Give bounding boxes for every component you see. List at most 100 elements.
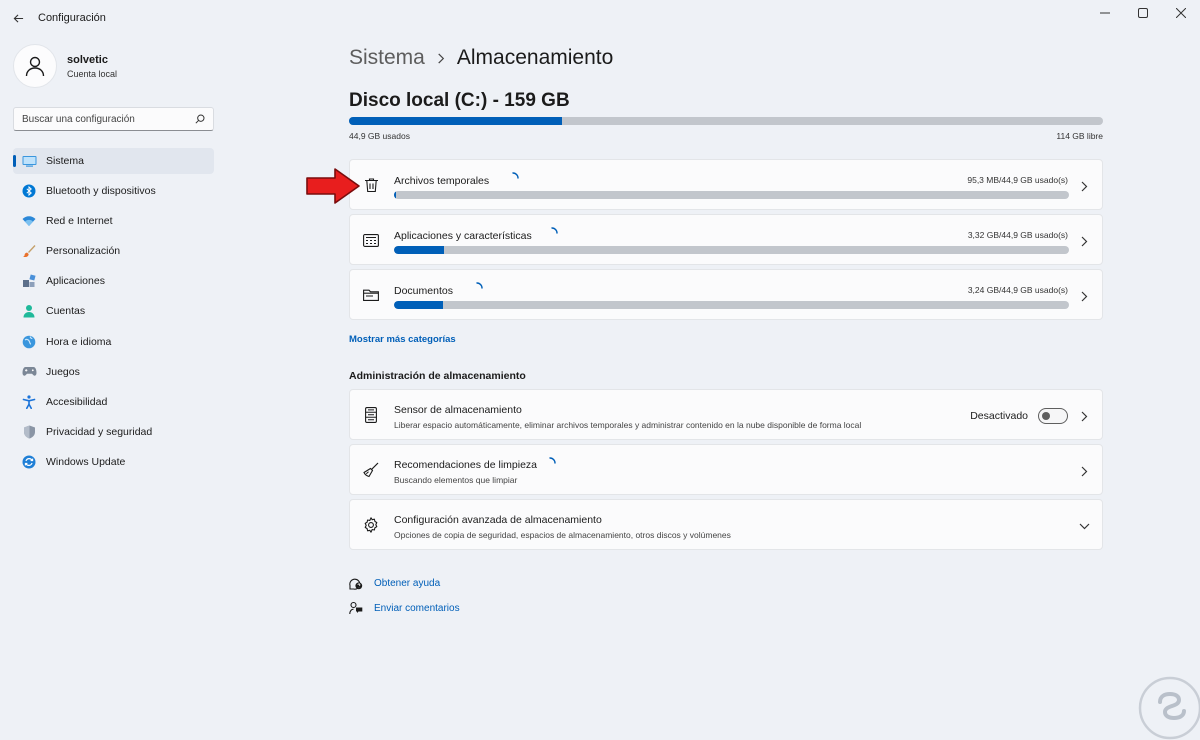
sidebar-item-label: Hora e idioma: [46, 335, 112, 348]
sidebar-item-label: Bluetooth y dispositivos: [46, 185, 156, 198]
apps-icon: [21, 273, 37, 289]
storage-sense-toggle[interactable]: [1038, 408, 1068, 424]
person-icon: [21, 303, 37, 319]
monitor-icon: [21, 153, 37, 169]
sidebar-item-personalizacion[interactable]: Personalización: [13, 238, 214, 264]
maximize-icon: [1138, 8, 1148, 18]
loading-spinner-icon: [476, 282, 483, 289]
cleanup-recommendations-subtitle: Buscando elementos que limpiar: [394, 475, 518, 485]
category-size: 3,24 GB/44,9 GB usado(s): [967, 285, 1068, 295]
globe-icon: [21, 334, 37, 350]
category-title: Archivos temporales: [394, 175, 490, 187]
category-size: 95,3 MB/44,9 GB usado(s): [967, 175, 1068, 185]
close-button[interactable]: [1162, 0, 1200, 26]
category-usage-bar: [394, 301, 1069, 309]
sidebar-item-label: Accesibilidad: [46, 395, 108, 408]
window-controls: [1086, 0, 1200, 26]
brush-icon: [21, 243, 37, 259]
disk-title: Disco local (C:) - 159 GB: [349, 90, 570, 111]
advanced-storage-subtitle: Opciones de copia de seguridad, espacios…: [394, 530, 731, 540]
back-arrow-icon: [13, 13, 23, 23]
category-card-documentos[interactable]: Documentos 3,24 GB/44,9 GB usado(s): [349, 269, 1103, 320]
sidebar-item-hora-idioma[interactable]: Hora e idioma: [13, 329, 214, 355]
minimize-button[interactable]: [1086, 0, 1124, 26]
drive-icon: [362, 406, 380, 424]
sidebar-item-windows-update[interactable]: Windows Update: [13, 449, 214, 475]
category-usage-bar: [394, 246, 1069, 254]
category-size: 3,32 GB/44,9 GB usado(s): [967, 230, 1068, 240]
send-feedback-label: Enviar comentarios: [374, 602, 460, 614]
person-avatar-icon: [25, 56, 45, 77]
category-card-archivos-temporales[interactable]: Archivos temporales 95,3 MB/44,9 GB usad…: [349, 159, 1103, 210]
chevron-right-icon: [1078, 465, 1090, 477]
storage-sense-card[interactable]: Sensor de almacenamiento Liberar espacio…: [349, 389, 1103, 440]
avatar: [13, 44, 57, 88]
get-help-label: Obtener ayuda: [374, 577, 441, 589]
help-icon: [349, 576, 363, 590]
get-help-link[interactable]: Obtener ayuda: [349, 576, 440, 590]
disk-used-label: 44,9 GB usados: [349, 131, 410, 141]
category-title: Documentos: [394, 285, 453, 297]
loading-spinner-icon: [512, 172, 519, 179]
sidebar-nav: Sistema Bluetooth y dispositivos Red e I…: [13, 148, 214, 479]
apps-list-icon: [362, 231, 380, 249]
search-input[interactable]: [22, 113, 195, 125]
broom-icon: [362, 461, 380, 479]
breadcrumb-parent[interactable]: Sistema: [349, 46, 425, 70]
profile-name: solvetic: [67, 53, 108, 66]
category-usage-fill: [394, 246, 444, 254]
maximize-button[interactable]: [1124, 0, 1162, 26]
sidebar-item-privacidad[interactable]: Privacidad y seguridad: [13, 419, 214, 445]
sidebar-item-accesibilidad[interactable]: Accesibilidad: [13, 389, 214, 415]
disk-free-label: 114 GB libre: [1056, 131, 1103, 141]
category-usage-fill: [394, 301, 443, 309]
loading-spinner-icon: [551, 227, 558, 234]
folder-icon: [362, 286, 380, 304]
loading-spinner-icon: [549, 457, 556, 464]
disk-usage-bar: [349, 117, 1103, 125]
chevron-right-icon: [1078, 235, 1090, 247]
sidebar: solvetic Cuenta local Sistema Bluetooth …: [0, 36, 230, 740]
cleanup-recommendations-title: Recomendaciones de limpieza: [394, 459, 537, 471]
sidebar-item-label: Juegos: [46, 365, 80, 378]
sidebar-item-sistema[interactable]: Sistema: [13, 148, 214, 174]
search-icon: [195, 114, 205, 124]
wifi-icon: [21, 213, 37, 229]
profile-account-type: Cuenta local: [67, 68, 118, 79]
disk-usage-fill: [349, 117, 563, 125]
breadcrumb: Sistema Almacenamiento: [349, 46, 613, 70]
sidebar-item-label: Aplicaciones: [46, 275, 105, 288]
cleanup-recommendations-card[interactable]: Recomendaciones de limpieza Buscando ele…: [349, 444, 1103, 495]
storage-management-heading: Administración de almacenamiento: [349, 370, 526, 382]
sidebar-item-bluetooth[interactable]: Bluetooth y dispositivos: [13, 178, 214, 204]
sidebar-item-label: Sistema: [46, 155, 84, 167]
watermark-logo: [1138, 676, 1200, 740]
send-feedback-link[interactable]: Enviar comentarios: [349, 601, 460, 615]
show-more-categories-link[interactable]: Mostrar más categorías: [349, 334, 456, 345]
sidebar-item-red-internet[interactable]: Red e Internet: [13, 208, 214, 234]
chevron-right-icon: [437, 52, 445, 64]
advanced-storage-settings-card[interactable]: Configuración avanzada de almacenamiento…: [349, 499, 1103, 550]
page-title: Almacenamiento: [456, 46, 614, 69]
back-button[interactable]: [0, 0, 36, 36]
chevron-right-icon: [1078, 290, 1090, 302]
sidebar-item-label: Red e Internet: [46, 215, 113, 228]
chevron-right-icon: [1078, 410, 1090, 422]
sidebar-item-aplicaciones[interactable]: Aplicaciones: [13, 268, 214, 294]
sidebar-item-label: Privacidad y seguridad: [46, 425, 153, 438]
storage-sense-subtitle: Liberar espacio automáticamente, elimina…: [394, 420, 862, 430]
category-card-aplicaciones[interactable]: Aplicaciones y características 3,32 GB/4…: [349, 214, 1103, 265]
storage-sense-title: Sensor de almacenamiento: [394, 404, 522, 416]
chevron-right-icon: [1078, 180, 1090, 192]
close-icon: [1176, 8, 1186, 18]
storage-sense-toggle-label: Desactivado: [970, 410, 1028, 422]
advanced-storage-title: Configuración avanzada de almacenamiento: [394, 514, 602, 526]
bluetooth-icon: [21, 183, 37, 199]
sidebar-item-cuentas[interactable]: Cuentas: [13, 298, 214, 324]
search-box[interactable]: [13, 107, 214, 131]
user-profile[interactable]: solvetic Cuenta local: [13, 44, 117, 88]
sidebar-item-juegos[interactable]: Juegos: [13, 359, 214, 385]
red-arrow-annotation: [306, 168, 360, 204]
gamepad-icon: [21, 364, 37, 380]
minimize-icon: [1100, 12, 1110, 14]
